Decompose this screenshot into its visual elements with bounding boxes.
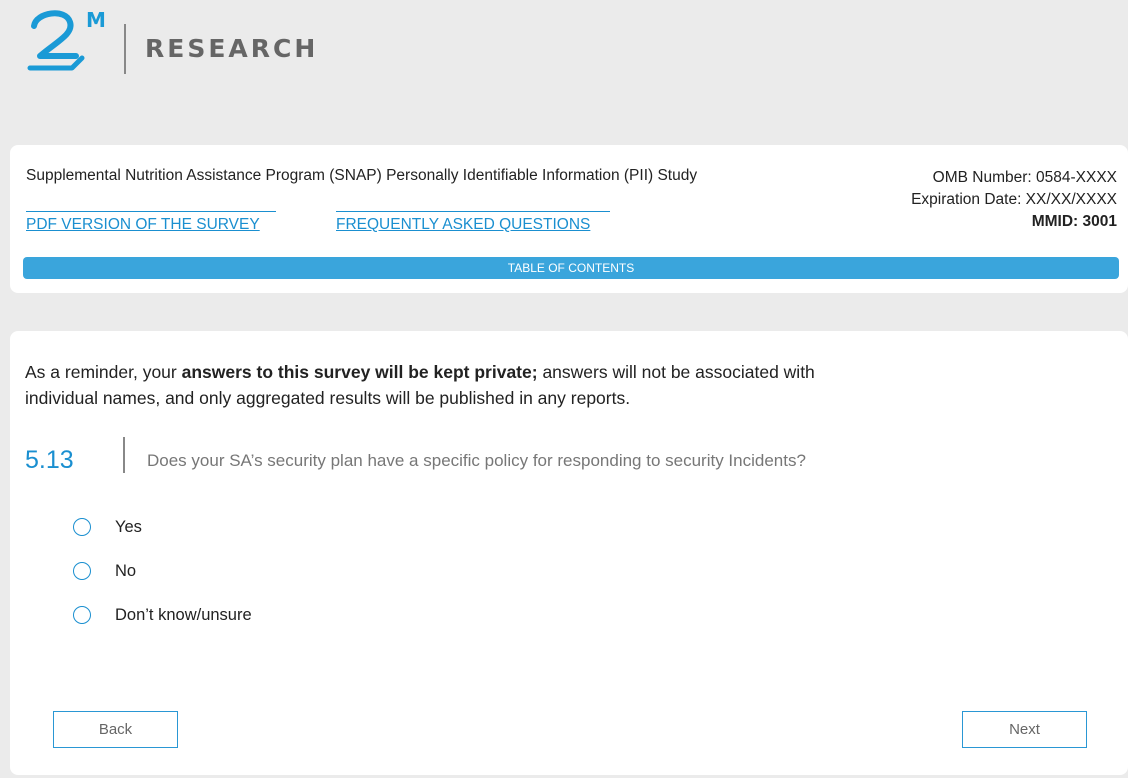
logo-2-mark-icon bbox=[27, 10, 85, 71]
company-logo: M RESEARCH bbox=[26, 8, 346, 80]
privacy-reminder: As a reminder, your answers to this surv… bbox=[25, 359, 875, 411]
expiration-date: Expiration Date: XX/XX/XXXX bbox=[911, 191, 1117, 208]
reminder-text-bold: answers to this survey will be kept priv… bbox=[181, 362, 538, 382]
next-button[interactable]: Next bbox=[962, 711, 1087, 748]
logo-superscript: M bbox=[86, 8, 106, 32]
survey-header-card: Supplemental Nutrition Assistance Progra… bbox=[10, 145, 1128, 293]
question-card: As a reminder, your answers to this surv… bbox=[10, 331, 1128, 775]
question-text: Does your SA’s security plan have a spec… bbox=[147, 451, 806, 470]
option-dont-know[interactable]: Don’t know/unsure bbox=[73, 603, 252, 627]
mmid: MMID: 3001 bbox=[1031, 213, 1117, 230]
option-label: No bbox=[115, 561, 137, 580]
question-number: 5.13 bbox=[25, 446, 74, 474]
omb-number: OMB Number: 0584-XXXX bbox=[932, 169, 1117, 186]
radio-button-icon[interactable] bbox=[73, 606, 91, 624]
study-title: Supplemental Nutrition Assistance Progra… bbox=[26, 167, 698, 184]
faq-link[interactable]: FREQUENTLY ASKED QUESTIONS bbox=[336, 211, 610, 234]
radio-button-icon[interactable] bbox=[73, 562, 91, 580]
reminder-text-start: As a reminder, your bbox=[25, 362, 182, 382]
logo-text: RESEARCH bbox=[145, 34, 319, 63]
logo-divider bbox=[124, 24, 126, 74]
radio-button-icon[interactable] bbox=[73, 518, 91, 536]
question-divider bbox=[123, 437, 125, 473]
option-no[interactable]: No bbox=[73, 559, 136, 583]
pdf-version-link[interactable]: PDF VERSION OF THE SURVEY bbox=[26, 211, 276, 234]
option-yes[interactable]: Yes bbox=[73, 515, 142, 539]
back-button[interactable]: Back bbox=[53, 711, 178, 748]
table-of-contents-button[interactable]: TABLE OF CONTENTS bbox=[23, 257, 1119, 279]
option-label: Yes bbox=[115, 517, 142, 536]
option-label: Don’t know/unsure bbox=[115, 605, 252, 624]
omb-info: OMB Number: 0584-XXXX Expiration Date: X… bbox=[911, 167, 1117, 233]
